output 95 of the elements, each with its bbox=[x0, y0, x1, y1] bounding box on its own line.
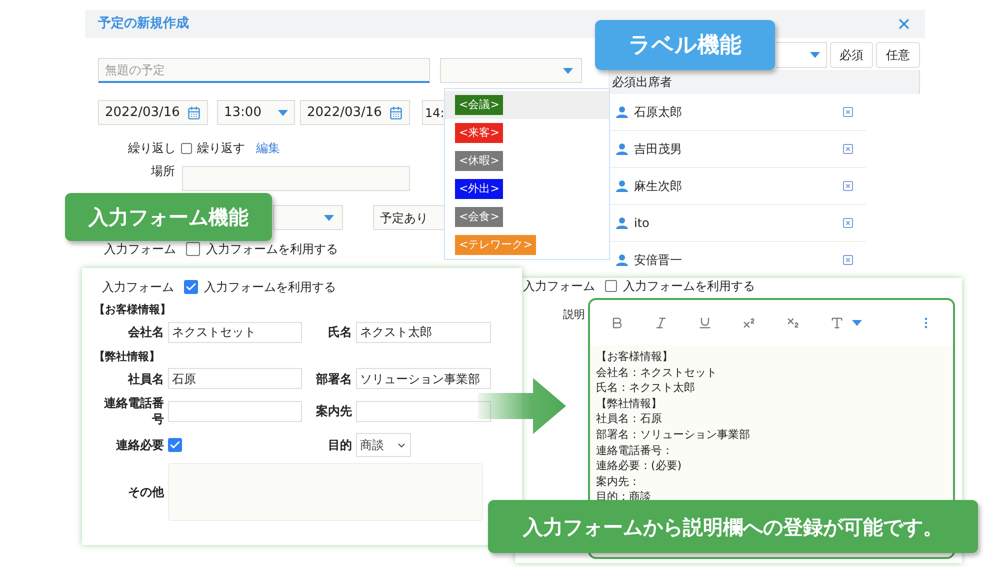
section-title: 【お客様情報】 bbox=[94, 302, 172, 318]
label-tag: <テレワーク> bbox=[455, 234, 536, 256]
remove-icon[interactable] bbox=[842, 254, 854, 266]
time-select[interactable]: 13:00 bbox=[217, 100, 295, 125]
underline-icon[interactable] bbox=[698, 316, 712, 330]
field-label: 部署名 bbox=[314, 370, 353, 386]
field-label: 連絡電話番号 bbox=[103, 395, 165, 427]
field-label: 連絡必要 bbox=[115, 437, 165, 453]
label-tag: <会食> bbox=[455, 206, 504, 228]
bold-icon[interactable] bbox=[610, 316, 624, 330]
checkbox[interactable] bbox=[181, 142, 192, 154]
label-tag: <休暇> bbox=[455, 150, 504, 172]
attendee-name: 安倍晋一 bbox=[634, 252, 682, 269]
editor-line: 【弊社情報】 bbox=[596, 396, 663, 412]
text-field[interactable] bbox=[168, 400, 302, 422]
user-icon bbox=[616, 254, 628, 266]
label-tag: <会議> bbox=[455, 94, 504, 116]
dropdown-option[interactable]: <来客> bbox=[445, 119, 609, 147]
label-tag: <外出> bbox=[455, 178, 504, 200]
attendee-name: 麻生次郎 bbox=[634, 178, 682, 195]
input-form-label: 入力フォーム bbox=[102, 279, 174, 296]
attendee-name: 石原太郎 bbox=[634, 104, 682, 121]
calendar-icon bbox=[187, 106, 201, 120]
repeat-label: 繰り返し bbox=[128, 140, 176, 157]
subscript-icon[interactable] bbox=[786, 316, 800, 330]
edit-link[interactable]: 編集 bbox=[256, 139, 280, 157]
dropdown-option[interactable]: <休暇> bbox=[445, 147, 609, 175]
field-label: 社員名 bbox=[126, 370, 165, 386]
field-label: 氏名 bbox=[327, 324, 353, 340]
caret-icon bbox=[852, 320, 862, 326]
editor-line: 社員名：石原 bbox=[596, 411, 663, 427]
editor-line: 氏名：ネクスト太郎 bbox=[596, 380, 696, 396]
column-header: 必須出席者 bbox=[612, 74, 672, 91]
attendee-type-button[interactable]: 任意 bbox=[876, 42, 920, 68]
editor-line: 案内先： bbox=[596, 474, 641, 490]
checkbox-label: 入力フォームを利用する bbox=[623, 279, 755, 293]
user-icon bbox=[616, 143, 628, 155]
callout-text: ラベル機能 bbox=[628, 32, 742, 60]
caret-icon bbox=[324, 214, 334, 220]
calendar-icon bbox=[389, 106, 403, 120]
attendee-name: ito bbox=[634, 215, 650, 232]
select-field[interactable]: 商談 bbox=[356, 433, 411, 457]
input-form-label: 入力フォーム bbox=[523, 279, 595, 293]
editor-line: 連絡必要：(必要) bbox=[596, 458, 683, 474]
remove-icon[interactable] bbox=[842, 217, 854, 229]
text-field[interactable]: ネクストセット bbox=[168, 322, 302, 342]
checkbox-label: 繰り返す bbox=[197, 140, 245, 157]
attendee-name: 吉田茂男 bbox=[634, 141, 682, 158]
remove-icon[interactable] bbox=[842, 180, 854, 192]
text-field[interactable]: 石原 bbox=[168, 368, 302, 389]
checkbox-label: 入力フォームを利用する bbox=[204, 279, 336, 296]
dropdown-option[interactable]: <会議> bbox=[445, 91, 609, 119]
italic-icon[interactable] bbox=[654, 316, 668, 330]
location-label: 場所 bbox=[151, 164, 175, 178]
checkbox[interactable] bbox=[186, 242, 200, 256]
location-field[interactable] bbox=[182, 166, 410, 191]
editor-line: 【お客様情報】 bbox=[596, 349, 674, 365]
select-field[interactable] bbox=[273, 205, 343, 230]
checkbox[interactable] bbox=[184, 280, 198, 294]
text-style-icon[interactable] bbox=[830, 316, 844, 330]
caret-icon bbox=[810, 52, 820, 58]
checkbox-label: 入力フォームを利用する bbox=[206, 241, 338, 258]
callout-text: 入力フォーム機能 bbox=[88, 204, 248, 231]
caret-icon bbox=[278, 110, 288, 116]
field-label: 目的 bbox=[327, 437, 353, 453]
editor-line: 会社名：ネクストセット bbox=[596, 364, 718, 380]
caret-icon bbox=[563, 68, 573, 74]
text-field[interactable]: ネクスト太郎 bbox=[356, 322, 491, 342]
label-tag: <来客> bbox=[455, 122, 504, 144]
remove-icon[interactable] bbox=[842, 143, 854, 155]
field-label: その他 bbox=[127, 484, 165, 500]
placeholder-text: 無題の予定 bbox=[105, 62, 165, 79]
attendee-select[interactable] bbox=[776, 42, 827, 68]
superscript-icon[interactable] bbox=[742, 316, 756, 330]
checkbox[interactable] bbox=[605, 280, 617, 292]
time-select[interactable]: 14: bbox=[422, 100, 444, 125]
close-icon[interactable] bbox=[896, 16, 912, 32]
date-field[interactable]: 2022/03/16 bbox=[300, 100, 410, 125]
input-form-label: 入力フォーム bbox=[104, 241, 176, 258]
user-icon bbox=[616, 217, 628, 229]
editor-line: 部署名：ソリューション事業部 bbox=[596, 426, 751, 443]
description-label: 説明 bbox=[563, 307, 585, 323]
editor-line: 連絡電話番号： bbox=[596, 442, 674, 458]
field-label: 会社名 bbox=[127, 324, 165, 340]
remove-icon[interactable] bbox=[842, 106, 854, 118]
user-icon bbox=[616, 180, 628, 192]
checkbox[interactable] bbox=[168, 438, 182, 452]
dropdown-option[interactable]: <外出> bbox=[445, 175, 609, 203]
field-label: 案内先 bbox=[315, 403, 353, 419]
date-field[interactable]: 2022/03/16 bbox=[98, 100, 208, 125]
text-field[interactable]: ソリューション事業部 bbox=[356, 368, 491, 389]
user-icon bbox=[616, 106, 628, 118]
attendee-type-button[interactable]: 必須 bbox=[830, 42, 874, 68]
dialog-title: 予定の新規作成 bbox=[98, 14, 189, 34]
section-title: 【弊社情報】 bbox=[94, 348, 161, 364]
